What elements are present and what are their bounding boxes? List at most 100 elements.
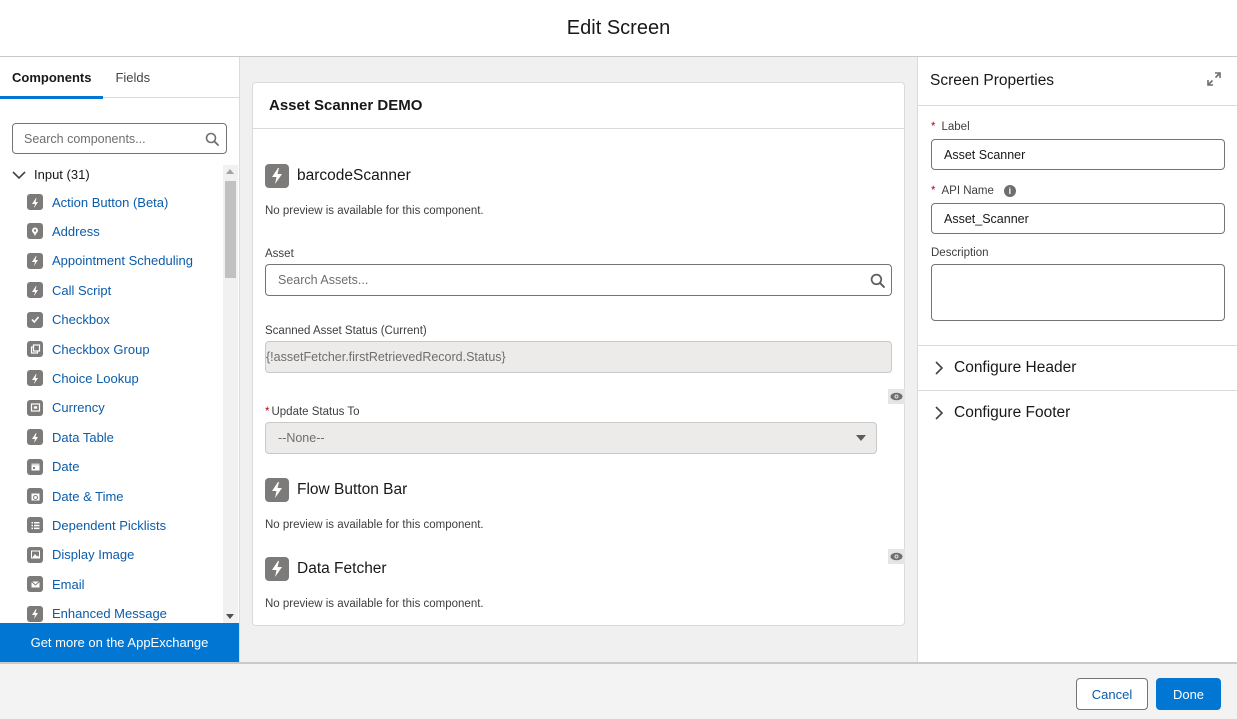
section-label: Configure Footer xyxy=(954,404,1071,421)
component-item-label: Data Table xyxy=(52,429,114,445)
screen-title: Asset Scanner DEMO xyxy=(253,83,904,129)
status-value: {!assetFetcher.firstRetrievedRecord.Stat… xyxy=(266,350,506,364)
component-item[interactable]: Call Script xyxy=(27,282,112,299)
component-item-label: Enhanced Message xyxy=(52,606,167,622)
screen-canvas: Asset Scanner DEMO barcodeScanner No pre… xyxy=(240,57,917,662)
component-item-label: Display Image xyxy=(52,547,135,563)
component-item[interactable]: Checkbox Group xyxy=(27,341,150,357)
component-item[interactable]: Action Button (Beta) xyxy=(27,194,168,210)
status-field: {!assetFetcher.firstRetrievedRecord.Stat… xyxy=(265,341,892,373)
component-item[interactable]: Enhanced Message xyxy=(27,605,167,622)
search-icon[interactable] xyxy=(863,273,891,288)
component-item[interactable]: Checkbox xyxy=(27,311,110,328)
search-components xyxy=(12,123,227,154)
status-label: Scanned Asset Status (Current) xyxy=(265,325,427,337)
api-name-label: * API Name i xyxy=(931,185,1016,197)
scroll-down-arrow[interactable] xyxy=(226,614,234,619)
component-item[interactable]: Choice Lookup xyxy=(27,370,139,387)
components-scrollbar[interactable] xyxy=(223,165,238,623)
asset-label: Asset xyxy=(265,248,294,260)
bolt-icon xyxy=(27,252,43,269)
label-field-label-text: Label xyxy=(941,121,970,133)
component-name: barcodeScanner xyxy=(297,167,411,184)
update-status-label: * Update Status To xyxy=(265,406,360,418)
component-barcode-scanner[interactable]: barcodeScanner xyxy=(265,164,411,188)
calendar-icon xyxy=(27,458,43,475)
tab-fields[interactable]: Fields xyxy=(103,57,162,98)
update-status-value: --None-- xyxy=(278,431,325,445)
component-data-fetcher[interactable]: Data Fetcher xyxy=(265,557,387,581)
component-item-label: Address xyxy=(52,223,100,239)
component-flow-button-bar[interactable]: Flow Button Bar xyxy=(265,478,407,502)
location-pin-icon xyxy=(27,223,43,240)
info-icon[interactable]: i xyxy=(1003,185,1016,197)
section-configure-footer[interactable]: Configure Footer xyxy=(918,390,1237,435)
chevron-right-icon xyxy=(935,361,944,375)
bolt-icon xyxy=(265,478,289,502)
screen-properties-panel: Screen Properties * Label * API Name i Des… xyxy=(917,57,1237,662)
properties-header: Screen Properties xyxy=(918,57,1237,106)
asset-lookup xyxy=(265,264,892,296)
bolt-icon xyxy=(265,164,289,188)
component-item-label: Choice Lookup xyxy=(52,370,139,386)
tab-components[interactable]: Components xyxy=(0,57,104,99)
currency-icon xyxy=(27,399,43,416)
modal-header: Edit Screen xyxy=(0,0,1237,57)
component-item-label: Call Script xyxy=(52,282,112,298)
checkbox-group-icon xyxy=(27,341,43,357)
scroll-up-arrow[interactable] xyxy=(226,169,234,174)
update-status-select[interactable]: --None-- xyxy=(265,422,877,454)
component-item[interactable]: Email xyxy=(27,576,85,593)
list-icon xyxy=(27,517,43,534)
visibility-eye-icon[interactable] xyxy=(888,549,905,564)
component-item-label: Checkbox xyxy=(52,312,110,328)
component-item[interactable]: Data Table xyxy=(27,429,114,446)
checkbox-icon xyxy=(27,311,43,328)
bolt-icon xyxy=(265,557,289,581)
no-preview-note: No preview is available for this compone… xyxy=(265,598,484,610)
group-input[interactable]: Input (31) xyxy=(12,167,90,182)
asset-search-input[interactable] xyxy=(266,273,863,287)
section-configure-header[interactable]: Configure Header xyxy=(918,345,1237,390)
chevron-down-icon xyxy=(12,170,26,179)
component-item-label: Appointment Scheduling xyxy=(52,253,193,269)
component-item-label: Currency xyxy=(52,400,105,416)
section-label: Configure Header xyxy=(954,359,1077,376)
label-field-label: * Label xyxy=(931,121,970,133)
component-item[interactable]: Currency xyxy=(27,399,105,416)
component-item[interactable]: Display Image xyxy=(27,546,135,563)
component-item-label: Checkbox Group xyxy=(52,341,150,357)
image-icon xyxy=(27,546,43,563)
calendar-time-icon xyxy=(27,488,43,504)
visibility-eye-icon[interactable] xyxy=(888,389,905,404)
cancel-button[interactable]: Cancel xyxy=(1076,678,1148,710)
component-item[interactable]: Address xyxy=(27,223,100,240)
search-icon[interactable] xyxy=(198,132,226,146)
description-textarea[interactable] xyxy=(931,264,1225,321)
api-name-input[interactable] xyxy=(931,203,1225,234)
component-item[interactable]: Dependent Picklists xyxy=(27,517,167,534)
bolt-icon xyxy=(27,194,43,210)
expand-icon[interactable] xyxy=(1207,71,1221,91)
panel-tabs: Components Fields xyxy=(0,57,239,99)
component-item[interactable]: Date & Time xyxy=(27,488,124,504)
description-label: Description xyxy=(931,247,989,259)
bolt-icon xyxy=(27,282,43,299)
bolt-icon xyxy=(27,370,43,387)
component-item[interactable]: Date xyxy=(27,458,79,475)
bolt-icon xyxy=(27,429,43,446)
component-name: Flow Button Bar xyxy=(297,481,408,498)
modal-footer: Cancel Done xyxy=(0,662,1237,719)
done-button[interactable]: Done xyxy=(1156,678,1221,710)
email-icon xyxy=(27,576,43,593)
required-mark: * xyxy=(265,406,270,418)
group-input-label: Input (31) xyxy=(34,167,90,182)
component-item-label: Dependent Picklists xyxy=(52,517,167,533)
appexchange-link[interactable]: Get more on the AppExchange xyxy=(0,623,239,662)
scroll-thumb[interactable] xyxy=(225,181,236,278)
component-item[interactable]: Appointment Scheduling xyxy=(27,252,193,269)
required-mark: * xyxy=(931,185,936,197)
label-input[interactable] xyxy=(931,139,1225,170)
search-components-input[interactable] xyxy=(13,131,198,146)
screen-card: Asset Scanner DEMO barcodeScanner No pre… xyxy=(252,82,905,626)
